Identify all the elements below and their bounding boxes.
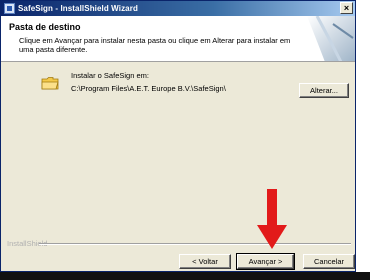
back-button[interactable]: < Voltar [179,254,231,269]
wizard-header: Pasta de destino Clique em Avançar para … [1,16,355,62]
close-icon[interactable]: × [340,2,353,14]
folder-icon [41,77,59,90]
installer-window: SafeSign - InstallShield Wizard × Pasta … [0,0,356,272]
page-title: Pasta de destino [9,22,81,32]
change-folder-button[interactable]: Alterar... [299,83,349,98]
install-path-value: C:\Program Files\A.E.T. Europe B.V.\Safe… [71,84,226,93]
cancel-button[interactable]: Cancelar [303,254,355,269]
page-description: Clique em Avançar para instalar nesta pa… [19,36,291,54]
app-icon [4,3,15,14]
bottom-border [0,272,370,280]
annotation-arrow-icon [257,189,287,249]
footer-divider [39,243,351,245]
header-graphic-icon [307,16,355,61]
next-button[interactable]: Avançar > [236,253,295,270]
window-title: SafeSign - InstallShield Wizard [18,4,138,13]
title-bar[interactable]: SafeSign - InstallShield Wizard × [1,1,355,16]
install-location-label: Instalar o SafeSign em: [71,71,149,80]
